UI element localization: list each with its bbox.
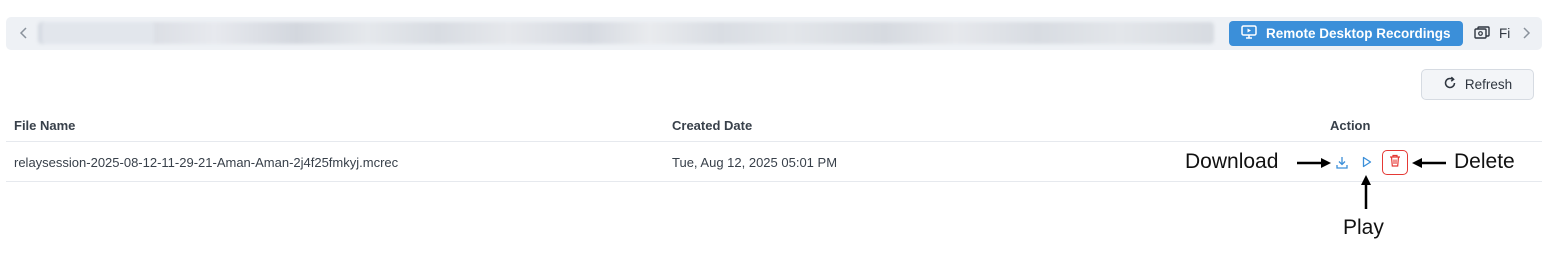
arrow-to-play <box>1361 175 1371 209</box>
arrow-to-download <box>1297 158 1331 168</box>
arrow-to-delete <box>1412 158 1446 168</box>
callout-arrows <box>1297 158 1446 209</box>
